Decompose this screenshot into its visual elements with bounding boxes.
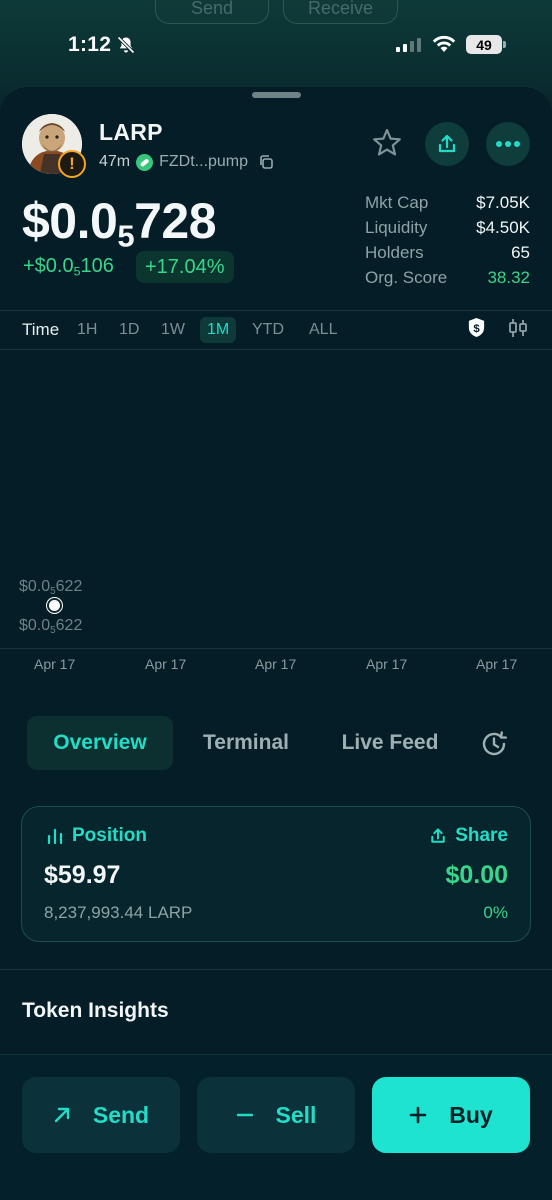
minus-icon: [236, 1113, 253, 1117]
divider: [0, 969, 552, 970]
stat-holders: Holders 65: [365, 242, 530, 262]
stat-market-cap: Mkt Cap $7.05K: [365, 192, 530, 212]
sheet-grabber[interactable]: [252, 92, 301, 98]
timeframe-1m[interactable]: 1M: [200, 317, 237, 343]
candlestick-icon[interactable]: [507, 317, 529, 339]
battery-indicator: 49: [466, 35, 502, 54]
share-button[interactable]: [425, 122, 469, 166]
upload-icon: [431, 828, 445, 843]
arrow-up-right-icon: [54, 1107, 70, 1123]
tab-overview[interactable]: Overview: [27, 716, 173, 770]
timeframe-1w[interactable]: 1W: [161, 317, 185, 343]
send-button[interactable]: Send: [22, 1077, 180, 1153]
wifi-icon: [432, 35, 456, 52]
tab-live-feed[interactable]: Live Feed: [324, 716, 456, 770]
buy-button[interactable]: Buy: [372, 1077, 530, 1153]
timeframe-1d[interactable]: 1D: [119, 317, 139, 343]
upload-icon: [438, 134, 456, 153]
position-pnl-percent: 0%: [483, 903, 508, 922]
star-icon[interactable]: [370, 126, 404, 160]
position-pnl: $0.00: [445, 861, 508, 889]
price-change-percent: +17.04%: [136, 251, 234, 283]
x-axis-label: Apr 17: [476, 656, 518, 672]
chart-data-point[interactable]: [47, 598, 62, 613]
battery-tip: [503, 41, 506, 48]
token-meta: 47m FZDt...pump: [99, 153, 274, 171]
stat-liquidity: Liquidity $4.50K: [365, 217, 530, 237]
timeframe-all[interactable]: ALL: [309, 317, 337, 343]
position-share-button[interactable]: Share: [429, 825, 508, 847]
tab-terminal[interactable]: Terminal: [186, 716, 306, 770]
timeframe-label: Time: [22, 320, 60, 339]
price-change: +$0.05106: [23, 255, 114, 279]
sell-button[interactable]: Sell: [197, 1077, 355, 1153]
position-amount: 8,237,993.44 LARP: [44, 903, 193, 922]
background-receive-button: Receive: [283, 0, 398, 24]
chart-high-label: $0.05622: [19, 578, 83, 597]
x-axis-label: Apr 17: [366, 656, 408, 672]
status-time: 1:12: [68, 33, 112, 56]
stat-organic-score: Org. Score 38.32: [365, 267, 530, 287]
history-icon[interactable]: [479, 729, 509, 759]
token-stats: Mkt Cap $7.05K Liquidity $4.50K Holders 65 …: [365, 190, 530, 290]
timeframe-ytd[interactable]: YTD: [252, 317, 284, 343]
price-chart[interactable]: [0, 349, 552, 649]
dollar-icon[interactable]: $: [466, 317, 487, 338]
x-axis-label: Apr 17: [34, 656, 76, 672]
content-tabs: Overview Terminal Live Feed: [0, 716, 552, 770]
timeframe-1h[interactable]: 1H: [77, 317, 97, 343]
copy-icon[interactable]: [258, 154, 274, 170]
divider: [0, 310, 552, 311]
more-button[interactable]: [486, 122, 530, 166]
background-send-button: Send: [155, 0, 269, 24]
bell-muted-icon: [117, 36, 135, 54]
plus-icon: [409, 1106, 427, 1124]
x-axis-label: Apr 17: [145, 656, 187, 672]
chart-low-label: $0.05622: [19, 617, 83, 636]
token-age: 47m: [99, 153, 131, 170]
chart-baseline: [0, 648, 552, 649]
warning-icon[interactable]: !: [58, 150, 86, 178]
cellular-signal-icon: [396, 36, 421, 52]
position-value: $59.97: [44, 861, 121, 889]
bar-chart-icon: [47, 828, 63, 845]
x-axis-label: Apr 17: [255, 656, 297, 672]
more-icon: [496, 141, 520, 147]
pill-icon: [136, 153, 154, 171]
token-price: $0.05728: [22, 193, 217, 254]
svg-text:$: $: [473, 323, 480, 335]
token-insights-heading: Token Insights: [22, 999, 169, 1022]
token-name: LARP: [99, 119, 163, 145]
token-address: FZDt...pump: [159, 153, 249, 170]
position-title: Position: [46, 825, 147, 847]
